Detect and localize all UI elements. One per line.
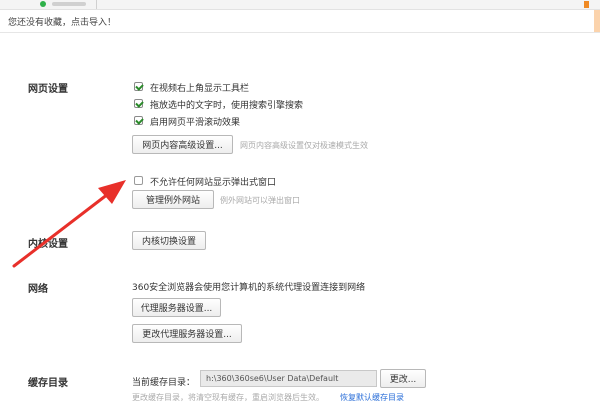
advanced-content-settings-button[interactable]: 网页内容高级设置... bbox=[132, 135, 233, 154]
block-popups-label: 不允许任何网站显示弹出式窗口 bbox=[150, 178, 277, 188]
smooth-scroll-label: 启用网页平滑滚动效果 bbox=[150, 118, 241, 128]
address-url-field[interactable] bbox=[52, 2, 86, 6]
annotation-arrow-icon bbox=[12, 180, 126, 268]
toolbar-divider bbox=[96, 0, 97, 9]
kernel-switch-button[interactable]: 内核切换设置 bbox=[132, 231, 206, 250]
change-proxy-settings-button[interactable]: 更改代理服务器设置... bbox=[132, 324, 242, 343]
web-settings-title: 网页设置 bbox=[28, 84, 68, 95]
cache-note: 更改缓存目录，将清空现有缓存，重启浏览器后生效。 bbox=[132, 393, 324, 402]
block-popups-checkbox[interactable] bbox=[134, 176, 143, 185]
proxy-settings-button[interactable]: 代理服务器设置... bbox=[132, 298, 221, 317]
address-bar bbox=[0, 0, 600, 10]
exceptions-hint: 例外网站可以弹出窗口 bbox=[220, 196, 300, 205]
cache-current-label: 当前缓存目录： bbox=[132, 378, 196, 388]
manage-exceptions-button[interactable]: 管理例外网站 bbox=[132, 190, 214, 209]
kernel-settings-title: 内核设置 bbox=[28, 239, 68, 250]
bookmark-import-prompt[interactable]: 您还没有收藏，点击导入！ bbox=[8, 15, 116, 28]
smooth-scroll-checkbox[interactable] bbox=[134, 116, 143, 125]
cache-path-field[interactable]: h:\360\360se6\User Data\Default bbox=[200, 370, 377, 387]
advanced-content-hint: 网页内容高级设置仅对极速模式生效 bbox=[240, 141, 368, 150]
extension-icon[interactable] bbox=[584, 1, 589, 8]
security-shield-icon bbox=[40, 1, 46, 7]
cache-title: 缓存目录 bbox=[28, 378, 68, 389]
change-cache-button[interactable]: 更改... bbox=[380, 369, 426, 388]
drag-search-checkbox[interactable] bbox=[134, 99, 143, 108]
network-description: 360安全浏览器会使用您计算机的系统代理设置连接到网络 bbox=[132, 283, 366, 293]
show-video-toolbar-label: 在视频右上角显示工具栏 bbox=[150, 84, 250, 94]
show-video-toolbar-checkbox[interactable] bbox=[134, 82, 143, 91]
restore-default-cache-link[interactable]: 恢复默认缓存目录 bbox=[340, 392, 404, 403]
drag-search-label: 拖放选中的文字时，使用搜索引擎搜索 bbox=[150, 101, 304, 111]
network-title: 网络 bbox=[28, 284, 48, 295]
bookmark-bar-edge bbox=[594, 10, 600, 32]
